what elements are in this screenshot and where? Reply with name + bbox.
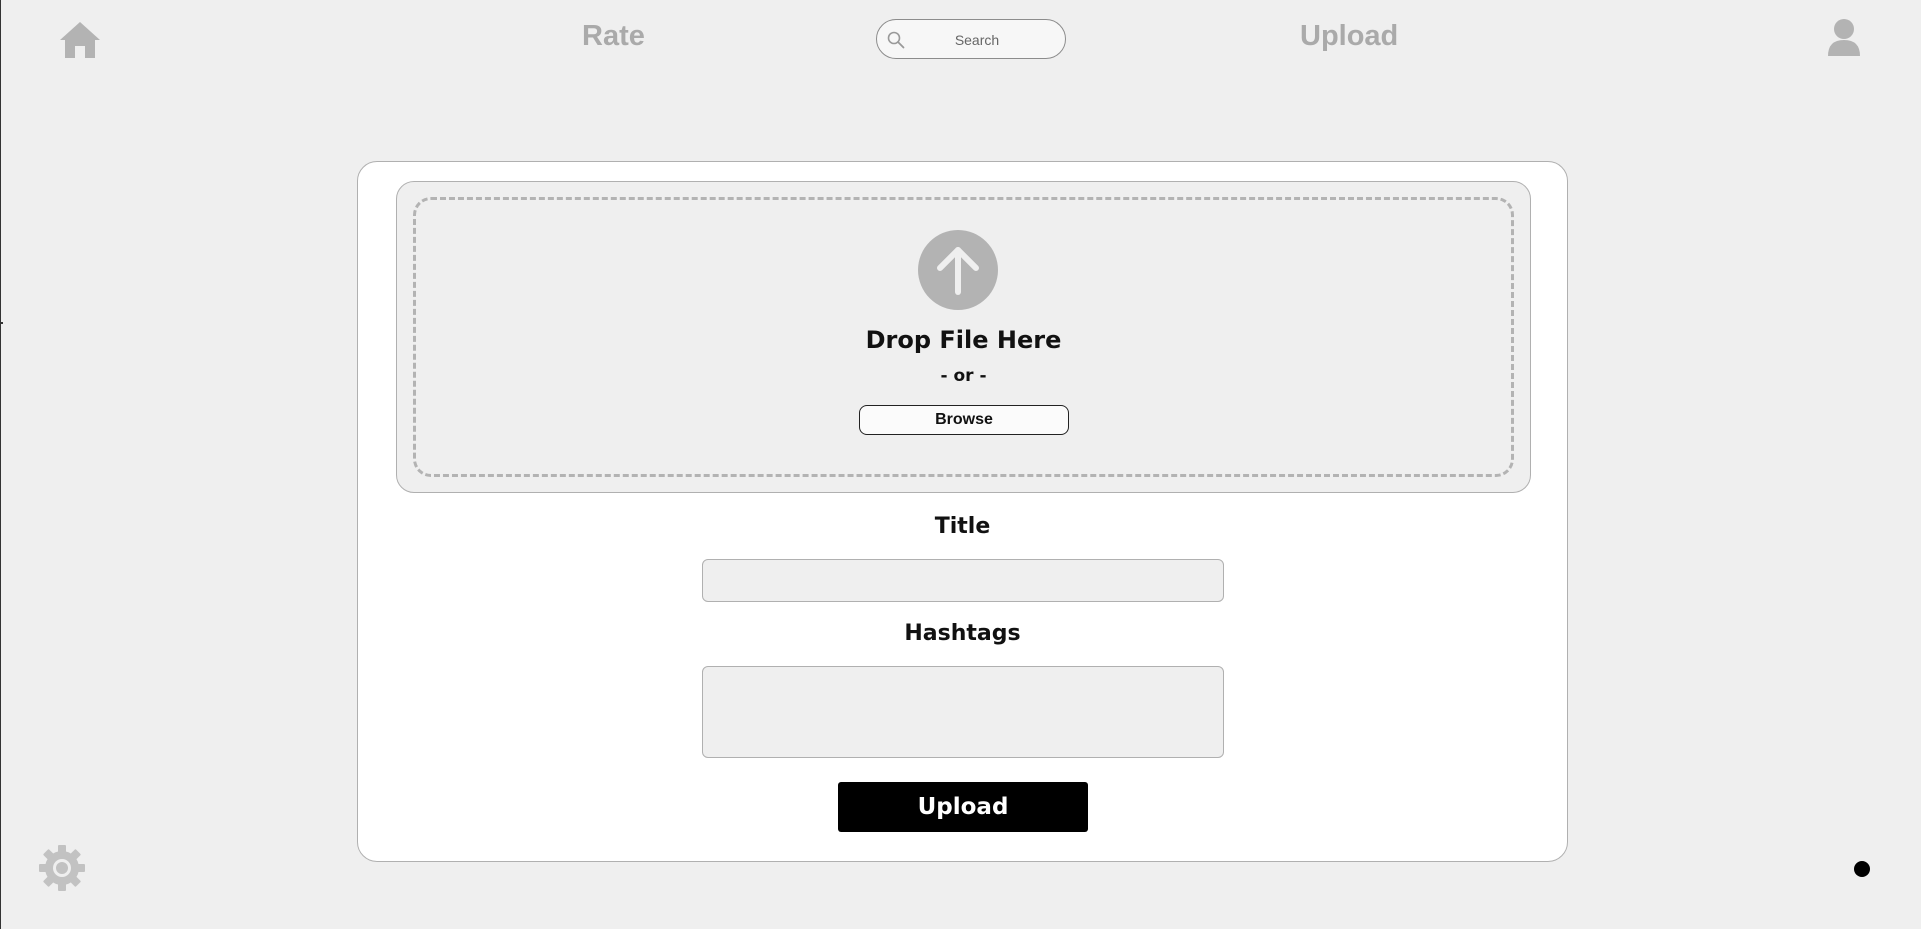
upload-arrow-icon <box>918 230 998 310</box>
browse-button[interactable]: Browse <box>859 405 1069 435</box>
edge-marker <box>1 322 3 324</box>
dropzone-dashed-area[interactable]: Drop File Here - or - Browse <box>413 197 1514 477</box>
upload-card: Drop File Here - or - Browse Title Hasht… <box>357 161 1568 862</box>
status-dot <box>1854 861 1870 877</box>
search-icon <box>887 31 905 49</box>
nav-upload-link[interactable]: Upload <box>1300 20 1398 53</box>
title-label: Title <box>934 514 991 539</box>
upload-submit-button[interactable]: Upload <box>838 782 1088 832</box>
user-icon[interactable] <box>1826 18 1862 58</box>
or-separator-text: - or - <box>940 366 987 386</box>
hashtags-label: Hashtags <box>904 621 1021 646</box>
upload-page: Rate Upload Drop File Here - or - Br <box>0 0 1921 929</box>
nav-rate-link[interactable]: Rate <box>582 20 645 53</box>
title-input[interactable] <box>702 559 1224 602</box>
search-input[interactable] <box>913 26 1041 54</box>
search-box[interactable] <box>876 19 1066 59</box>
hashtags-input[interactable] <box>702 666 1224 758</box>
file-dropzone[interactable]: Drop File Here - or - Browse <box>396 181 1531 493</box>
gear-icon[interactable] <box>37 843 87 893</box>
drop-file-text: Drop File Here <box>865 326 1062 354</box>
home-icon[interactable] <box>58 20 102 60</box>
